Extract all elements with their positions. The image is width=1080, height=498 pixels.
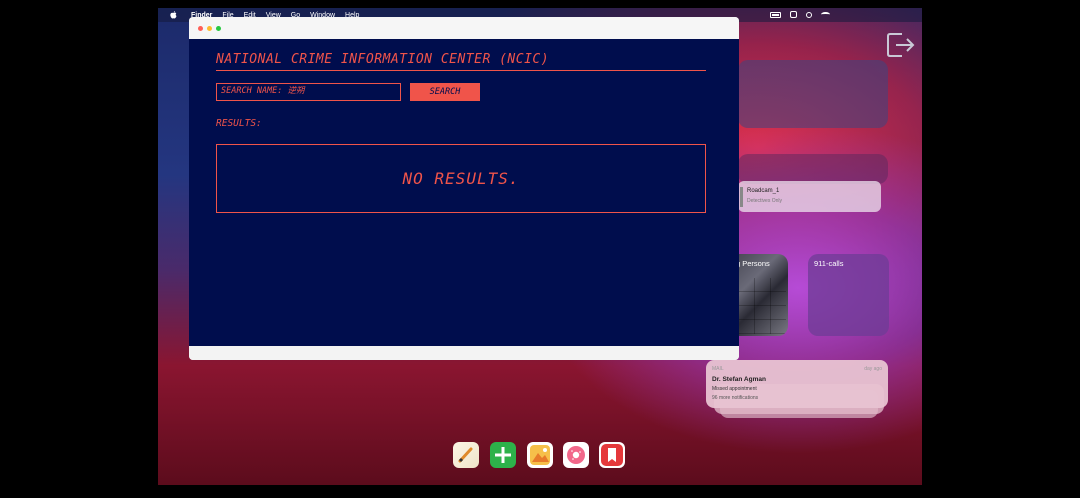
notification-time: day ago [864, 366, 882, 372]
search-button[interactable]: SEARCH [410, 83, 480, 101]
results-box: NO RESULTS. [216, 144, 706, 213]
title-divider [216, 70, 706, 71]
blank-widget[interactable] [738, 60, 888, 128]
window-bottom-bar [189, 346, 739, 360]
missing-persons-photos [738, 278, 786, 334]
wifi-icon[interactable] [821, 12, 830, 17]
notification-more: 96 more notifications [712, 395, 759, 401]
zoom-button[interactable] [216, 26, 221, 31]
results-label: RESULTS: [216, 118, 262, 129]
mail-notification[interactable]: MAIL day ago Dr. Stefan Agman Missed app… [706, 360, 888, 408]
search-name-value: 逆朔 [287, 86, 305, 96]
page-title: NATIONAL CRIME INFORMATION CENTER (NCIC) [216, 52, 550, 67]
notification-message: Missed appointment [712, 386, 757, 392]
close-button[interactable] [198, 26, 203, 31]
roadcam-thumbnail [740, 187, 743, 207]
photos-icon[interactable] [527, 442, 553, 468]
ncic-content: NATIONAL CRIME INFORMATION CENTER (NCIC)… [189, 39, 739, 346]
donut-icon[interactable] [563, 442, 589, 468]
battery-icon[interactable] [770, 11, 781, 18]
logout-icon[interactable] [885, 30, 915, 60]
ncic-window[interactable]: NATIONAL CRIME INFORMATION CENTER (NCIC)… [189, 17, 739, 360]
calls-label: 911-calls [814, 259, 844, 268]
pencil-icon[interactable] [453, 442, 479, 468]
calls-widget[interactable]: 911-calls [808, 254, 889, 336]
window-titlebar[interactable] [189, 17, 739, 39]
notification-app: MAIL [712, 366, 724, 372]
search-icon[interactable] [806, 11, 812, 18]
missing-persons-label: g Persons [736, 259, 770, 268]
minimize-button[interactable] [207, 26, 212, 31]
notification-sender: Dr. Stefan Agman [712, 376, 766, 383]
widget-background [738, 154, 888, 184]
no-results-text: NO RESULTS. [402, 169, 520, 188]
roadcam-widget[interactable]: Roadcam_1 Detectives Only [738, 181, 881, 212]
search-name-label: SEARCH NAME: [221, 86, 283, 96]
control-center-icon[interactable] [790, 11, 797, 18]
roadcam-title: Roadcam_1 [747, 188, 780, 194]
apple-icon[interactable] [170, 11, 177, 19]
plus-icon[interactable] [490, 442, 516, 468]
bookmark-icon[interactable] [599, 442, 625, 468]
roadcam-subtitle: Detectives Only [747, 198, 783, 204]
search-name-input[interactable]: SEARCH NAME: 逆朔 [216, 83, 401, 101]
